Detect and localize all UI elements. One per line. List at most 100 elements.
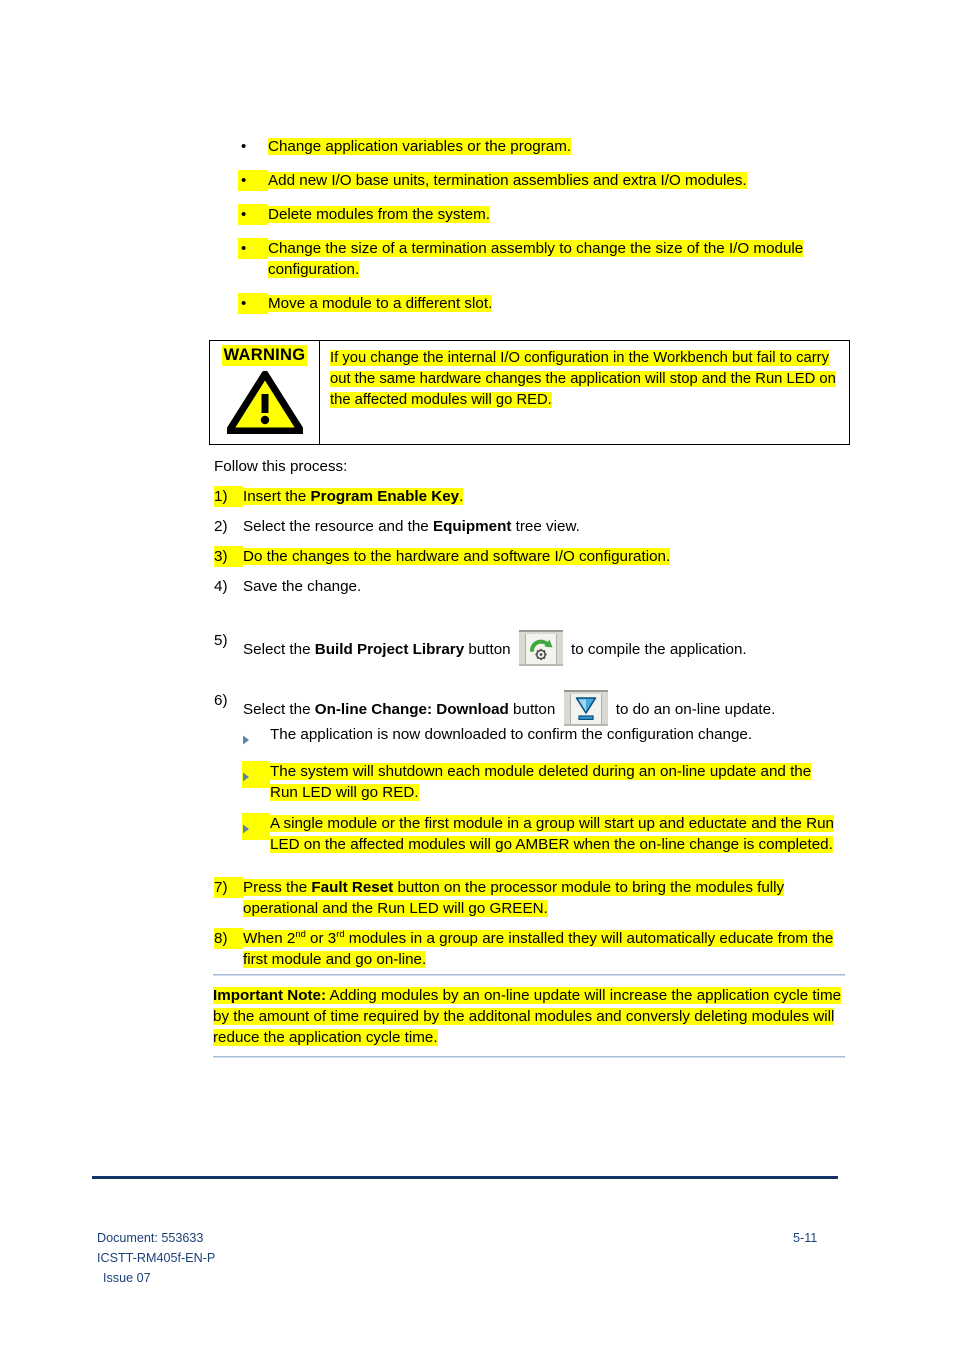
footer-issue: Issue 07 [103,1271,151,1285]
follow-process-intro: Follow this process: [214,458,348,475]
bullet-list-item: • Add new I/O base units, termination ass… [238,170,838,191]
bullet-item-text-wrap: Delete modules from the system. [268,204,838,225]
step-text: Do the changes to the hardware and softw… [243,548,671,565]
step-text: Press the [243,879,312,896]
build-project-library-icon-glyph [524,634,557,664]
step-text: . [459,488,464,505]
step-body: Do the changes to the hardware and softw… [243,546,844,567]
ordinal-suffix: nd [295,927,306,939]
bullet-marker-icon: • [238,238,268,259]
substep-text: A single module or the first module in a… [270,815,834,853]
process-steps-tail-list: 7) Press the Fault Reset button on the pr… [214,877,850,970]
step-text-wrap: When 2nd or 3rd modules in a group are i… [243,927,834,968]
bullet-item-text-wrap: Change the size of a termination assembl… [268,238,838,280]
step-body: Select the On-line Change: Download butt… [243,690,844,726]
step-number: 5) [214,632,228,649]
step-text: Insert the [243,488,311,505]
online-change-download-icon-glyph [569,694,602,724]
substep-item: The system will shutdown each module del… [242,761,842,803]
footer-document-number: Document: 553633 [97,1231,204,1245]
bullet-item-text: Move a module to a different slot. [268,295,493,312]
bullet-list-item: • Delete modules from the system. [238,204,838,225]
online-change-download-icon[interactable] [563,690,608,726]
note-rule-top [213,974,845,976]
substep-arrow-icon [242,724,270,751]
important-note-text: Important Note: Adding modules by an on-… [213,985,845,1048]
step-text-wrap: Select the resource and the Equipment tr… [243,518,580,535]
bullet-item-text-wrap: Add new I/O base units, termination asse… [268,170,838,191]
emphasis-text: Build Project Library [314,641,465,658]
process-steps-list: 1) Insert the Program Enable Key. 2) Select… [214,486,844,726]
process-step-item: 7) Press the Fault Reset button on the pr… [214,877,850,919]
step-number: 4) [214,578,228,595]
warning-text-column: If you change the internal I/O configura… [320,341,849,444]
bullet-item-text: Change the size of a termination assembl… [268,240,804,278]
bullet-marker-icon: • [238,204,268,225]
emphasis-text: Program Enable Key [310,488,460,505]
step-body: Insert the Program Enable Key. [243,486,844,507]
emphasis-text: On-line Change: Download [314,701,509,718]
step-text: Select the [243,641,315,658]
process-step-item: 2) Select the resource and the Equipment … [214,516,844,537]
substep-body: The application is now downloaded to con… [270,724,842,745]
bullet-list-item: • Change application variables or the pro… [238,136,838,157]
step-text-wrap: Do the changes to the hardware and softw… [243,548,671,565]
step-text: tree view. [511,518,580,535]
process-step-item: 3) Do the changes to the hardware and sof… [214,546,844,567]
bullet-item-text: Change application variables or the prog… [268,138,572,155]
warning-callout-box: WARNING If you change the internal I/O c… [209,340,850,445]
emphasis-text: Fault Reset [311,879,394,896]
step-text: button [508,701,560,718]
substep-text: The system will shutdown each module del… [270,763,812,801]
step-number: 7) [214,877,243,898]
bullet-marker-icon: • [238,293,268,314]
substep-arrow-icon [242,761,270,788]
step-body: Select the resource and the Equipment tr… [243,516,844,537]
warning-text: If you change the internal I/O configura… [330,350,836,408]
step-number: 6) [214,692,228,709]
step-text-wrap: Press the Fault Reset button on the proc… [243,879,785,917]
bullet-item-text: Add new I/O base units, termination asse… [268,172,747,189]
step-body: Save the change. [243,576,844,597]
download-substeps-list: The application is now downloaded to con… [242,724,842,865]
bullet-marker-icon: • [238,170,268,191]
warning-label-column: WARNING [210,341,320,444]
footer-left-block: Document: 553633 ICSTT-RM405f-EN-P Issue… [97,1228,215,1288]
step-text-wrap: Insert the Program Enable Key. [243,488,464,505]
note-rule-bottom [213,1056,845,1058]
bullet-list-item: • Move a module to a different slot. [238,293,838,314]
substep-body: The system will shutdown each module del… [270,761,842,803]
step-number: 8) [214,928,243,949]
step-text: Select the resource and the [243,518,433,535]
document-page: • Change application variables or the pro… [0,0,954,1349]
step-text: to compile the application. [566,641,747,658]
step-text-wrap: Select the On-line Change: Download butt… [243,690,775,726]
ordinal-suffix: rd [336,927,345,939]
footer-part-number: ICSTT-RM405f-EN-P [97,1251,216,1265]
step-text: button [464,641,515,658]
change-types-bullet-list: • Change application variables or the pro… [238,136,838,327]
process-step-item: 8) When 2nd or 3rd modules in a group are… [214,928,850,970]
substep-body: A single module or the first module in a… [270,813,842,855]
step-body: When 2nd or 3rd modules in a group are i… [243,928,850,970]
step-text: or 3 [305,930,337,947]
process-step-item: 5) Select the Build Project Library butto… [214,630,844,666]
bullet-item-text-wrap: Change application variables or the prog… [268,136,838,157]
bullet-marker-icon: • [241,138,247,155]
build-project-library-icon[interactable] [518,630,563,666]
step-number: 3) [214,546,243,567]
process-step-item: 6) Select the On-line Change: Download bu… [214,690,844,726]
warning-triangle-icon [210,371,319,434]
process-step-item: 1) Insert the Program Enable Key. [214,486,844,507]
step-number: 2) [214,518,228,535]
footer-page-number: 5-11 [793,1231,818,1245]
substep-item: The application is now downloaded to con… [242,724,842,751]
step-text: When 2 [243,930,296,947]
important-note-block: Important Note: Adding modules by an on-… [213,974,845,1058]
